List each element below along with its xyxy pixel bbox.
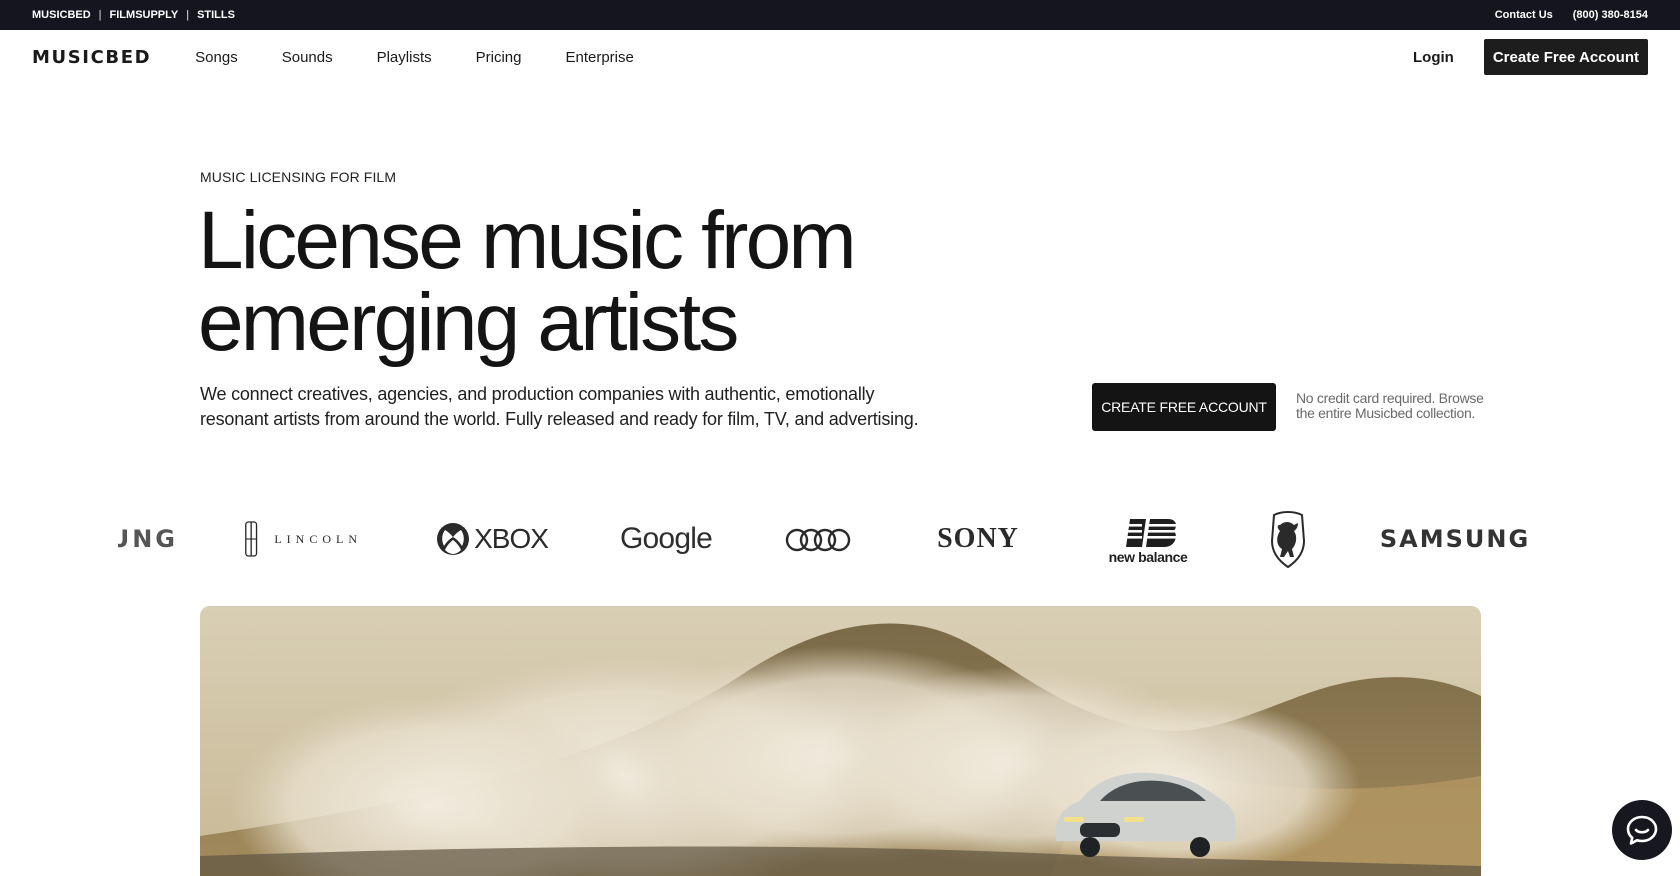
nav-item-sounds[interactable]: Sounds bbox=[282, 49, 333, 66]
nav-actions: Login Create Free Account bbox=[1413, 39, 1648, 75]
phone-link[interactable]: (800) 380-8154 bbox=[1573, 9, 1648, 21]
hero-cta-note: No credit card required. Browse the enti… bbox=[1296, 390, 1484, 421]
samsung-partial-logo-text: UNG bbox=[118, 525, 178, 553]
hero-subtext: We connect creatives, agencies, and prod… bbox=[200, 384, 919, 429]
login-link[interactable]: Login bbox=[1413, 49, 1454, 66]
hero-eyebrow: MUSIC LICENSING FOR FILM bbox=[200, 169, 397, 185]
nav-item-playlists[interactable]: Playlists bbox=[377, 49, 432, 66]
xbox-logo: XBOX bbox=[434, 520, 550, 558]
nav-item-songs[interactable]: Songs bbox=[195, 49, 238, 66]
contact-us-link[interactable]: Contact Us bbox=[1495, 9, 1553, 21]
xbox-sphere-icon bbox=[437, 523, 470, 555]
audi-rings-icon bbox=[785, 528, 851, 552]
hero-cta-button[interactable]: CREATE FREE ACCOUNT bbox=[1092, 383, 1276, 431]
sony-logo-text: SONY bbox=[937, 523, 1019, 554]
utility-contact: Contact Us (800) 380-8154 bbox=[1495, 9, 1648, 21]
nav-item-pricing[interactable]: Pricing bbox=[476, 49, 522, 66]
hero-heading: License music from emerging artists bbox=[198, 200, 958, 364]
chat-widget-button[interactable] bbox=[1612, 800, 1672, 860]
google-logo-text: Google bbox=[620, 522, 713, 555]
sony-logo: SONY bbox=[922, 520, 1034, 558]
new-balance-nb-icon bbox=[1116, 519, 1176, 547]
drifting-car-image bbox=[200, 606, 1481, 876]
hero-heading-line-1: License music from bbox=[198, 195, 857, 286]
sister-sites-nav: MUSICBED | FILMSUPPLY | STILLS bbox=[32, 9, 235, 21]
new-balance-logo-text: new balance bbox=[1108, 549, 1188, 565]
audi-logo bbox=[784, 526, 852, 554]
lincoln-logo-text: LINCOLN bbox=[274, 531, 362, 546]
site-link-musicbed[interactable]: MUSICBED bbox=[32, 9, 91, 21]
musicbed-logo[interactable]: MUSICBED bbox=[32, 47, 151, 68]
nav-links: Songs Sounds Playlists Pricing Enterpris… bbox=[195, 49, 678, 66]
lincoln-logo: LINCOLN bbox=[244, 518, 362, 560]
hero-heading-line-2: emerging artists bbox=[198, 277, 739, 368]
client-logos: UNG LINCOLN XBOX Google SONY new balance… bbox=[0, 508, 1680, 570]
new-balance-logo: new balance bbox=[1100, 514, 1196, 568]
utility-bar: MUSICBED | FILMSUPPLY | STILLS Contact U… bbox=[0, 0, 1680, 30]
lamborghini-bull-icon bbox=[1270, 511, 1306, 569]
nav-item-enterprise[interactable]: Enterprise bbox=[565, 49, 633, 66]
lamborghini-logo bbox=[1262, 510, 1314, 570]
site-link-filmsupply[interactable]: FILMSUPPLY bbox=[110, 9, 179, 21]
samsung-logo: SAMSUNG bbox=[1380, 520, 1530, 558]
samsung-logo-text: SAMSUNG bbox=[1379, 525, 1531, 553]
create-free-account-button[interactable]: Create Free Account bbox=[1483, 39, 1648, 75]
hero-video-still[interactable] bbox=[200, 606, 1481, 876]
site-link-stills[interactable]: STILLS bbox=[197, 9, 235, 21]
site-separator: | bbox=[98, 9, 102, 21]
lincoln-star-icon bbox=[245, 521, 258, 557]
chat-bubble-icon bbox=[1626, 815, 1658, 845]
google-logo: Google bbox=[620, 520, 713, 558]
samsung-partial-logo: UNG bbox=[118, 522, 178, 556]
xbox-logo-text: XBOX bbox=[474, 523, 549, 554]
site-separator: | bbox=[186, 9, 190, 21]
main-nav: MUSICBED Songs Sounds Playlists Pricing … bbox=[0, 30, 1680, 84]
